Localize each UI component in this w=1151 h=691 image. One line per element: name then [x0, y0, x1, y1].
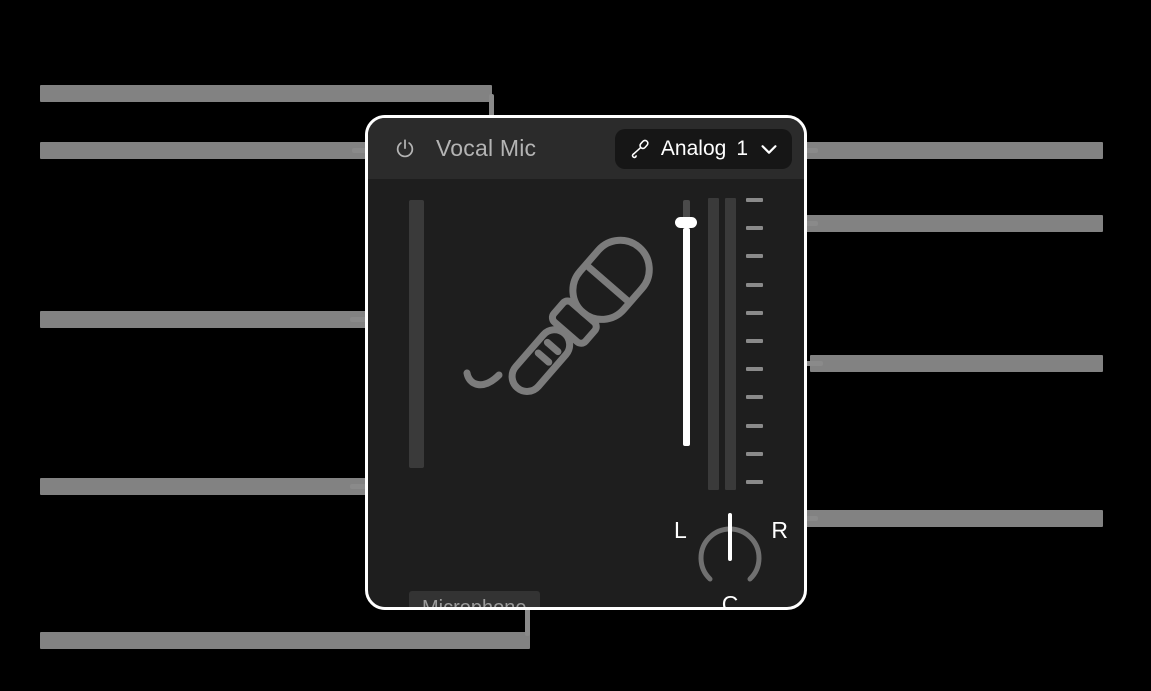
callout-top-left	[40, 85, 492, 102]
device-type-label: Microphone	[422, 597, 527, 610]
scale-tick	[746, 480, 763, 484]
scale-tick	[746, 395, 763, 399]
input-device-panel: Vocal Mic Analog 1 Microphone L R C	[365, 115, 807, 610]
pan-knob-indicator	[728, 513, 732, 561]
scale-tick	[746, 424, 763, 428]
scale-tick	[746, 339, 763, 343]
source-select-button[interactable]: Analog 1	[614, 128, 792, 169]
level-meters	[708, 198, 738, 490]
scale-tick	[746, 226, 763, 230]
scale-tick	[746, 452, 763, 456]
meter-bar-left	[708, 198, 719, 490]
callout-gain-left	[40, 311, 395, 328]
scale-tick	[746, 254, 763, 258]
pan-left-label: L	[674, 517, 687, 543]
source-number: 1	[736, 136, 748, 160]
panel-header: Vocal Mic Analog 1	[368, 118, 804, 179]
device-type-badge: Microphone	[409, 591, 540, 610]
level-scale	[746, 198, 772, 490]
microphone-icon	[629, 138, 651, 160]
pan-knob-control[interactable]: L R C	[670, 499, 790, 610]
callout-header-left	[40, 142, 395, 159]
pan-right-label: R	[771, 517, 788, 543]
screenshot-stage: Vocal Mic Analog 1 Microphone L R C	[0, 0, 1151, 691]
level-fader[interactable]	[675, 200, 697, 490]
gain-slider[interactable]	[409, 200, 424, 468]
scale-tick	[746, 367, 763, 371]
callout-bottom-left	[40, 632, 530, 649]
callout-header-right	[805, 142, 1103, 159]
scale-tick	[746, 283, 763, 287]
pan-center-label: C	[721, 591, 739, 610]
power-icon[interactable]	[394, 138, 416, 160]
scale-tick	[746, 198, 763, 202]
panel-body: Microphone Input Ch Mic/Line A	[368, 179, 804, 607]
fader-track-fill	[683, 228, 690, 446]
page-title: Vocal Mic	[436, 135, 537, 161]
chevron-down-icon	[758, 138, 780, 160]
callout-fader-right	[805, 215, 1103, 232]
meter-bar-right	[725, 198, 736, 490]
callout-pan-right	[805, 510, 1103, 527]
callout-scale-right	[810, 355, 1103, 372]
fader-handle[interactable]	[675, 217, 697, 228]
scale-tick	[746, 311, 763, 315]
microphone-illustration	[463, 234, 678, 409]
callout-badge-left	[40, 478, 395, 495]
source-label: Analog	[660, 136, 727, 160]
